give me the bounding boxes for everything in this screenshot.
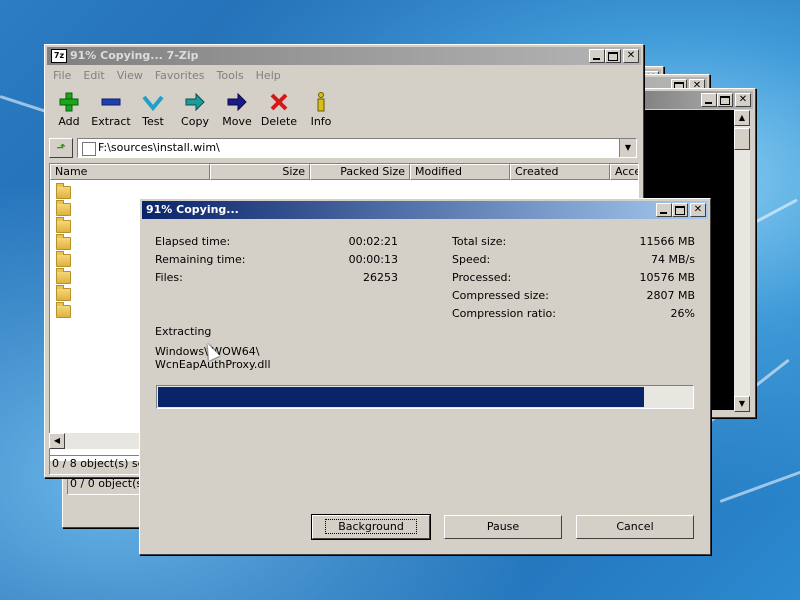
pause-button[interactable]: Pause bbox=[444, 515, 562, 539]
arrow-right-icon bbox=[227, 92, 247, 112]
progress-bar-fill bbox=[158, 387, 644, 407]
dialog-title: 91% Copying... bbox=[146, 203, 239, 216]
7zip-app-icon: 7z bbox=[51, 49, 67, 63]
compressed-size-label: Compressed size: bbox=[452, 289, 549, 302]
minus-icon bbox=[101, 98, 121, 106]
folder-icon[interactable] bbox=[56, 183, 71, 199]
elapsed-time-label: Elapsed time: bbox=[155, 235, 231, 248]
compression-ratio-label: Compression ratio: bbox=[452, 307, 556, 320]
operation-label: Extracting bbox=[155, 325, 212, 338]
background-button[interactable]: Background bbox=[311, 514, 431, 540]
menu-edit[interactable]: Edit bbox=[83, 67, 104, 85]
speed-label: Speed: bbox=[452, 253, 491, 266]
arrow-right-icon bbox=[185, 92, 205, 112]
dialog-titlebar[interactable]: 91% Copying... ✕ bbox=[142, 201, 708, 219]
folder-up-icon[interactable]: ⬏ bbox=[49, 138, 73, 158]
maximize-button[interactable] bbox=[672, 203, 688, 217]
close-button[interactable]: ✕ bbox=[690, 203, 706, 217]
elapsed-time-value: 00:02:21 bbox=[348, 235, 398, 248]
toolbar: Add Extract Test Copy Move Delete Info bbox=[47, 87, 641, 133]
test-label: Test bbox=[142, 115, 164, 128]
folder-icon[interactable] bbox=[56, 217, 71, 233]
add-button[interactable]: Add bbox=[47, 91, 91, 128]
processed-label: Processed: bbox=[452, 271, 512, 284]
total-size-value: 11566 MB bbox=[639, 235, 695, 248]
wallpaper-streak bbox=[719, 469, 800, 503]
x-icon bbox=[270, 93, 288, 111]
maximize-button[interactable] bbox=[605, 49, 621, 63]
main-window-titlebar[interactable]: 7z 91% Copying... 7-Zip ✕ bbox=[47, 47, 641, 65]
compressed-size-value: 2807 MB bbox=[646, 289, 695, 302]
test-button[interactable]: Test bbox=[131, 91, 175, 128]
folder-icon[interactable] bbox=[56, 268, 71, 284]
current-path-line-2: WcnEapAuthProxy.dll bbox=[155, 358, 271, 371]
total-size-label: Total size: bbox=[452, 235, 507, 248]
column-header-packed-size[interactable]: Packed Size bbox=[310, 164, 410, 180]
delete-button[interactable]: Delete bbox=[257, 91, 301, 128]
minimize-button[interactable] bbox=[656, 203, 672, 217]
horizontal-scrollbar[interactable]: ◀ bbox=[49, 433, 141, 449]
menu-file[interactable]: File bbox=[53, 67, 71, 85]
minimize-button[interactable] bbox=[589, 49, 605, 63]
address-bar: ⬏ F:\sources\install.wim\ ▼ bbox=[47, 137, 641, 159]
copy-button[interactable]: Copy bbox=[173, 91, 217, 128]
close-button[interactable]: ✕ bbox=[735, 93, 751, 107]
column-header-size[interactable]: Size bbox=[210, 164, 310, 180]
compression-ratio-value: 26% bbox=[670, 307, 695, 320]
address-field[interactable]: F:\sources\install.wim\ ▼ bbox=[77, 138, 637, 158]
remaining-time-label: Remaining time: bbox=[155, 253, 246, 266]
scroll-down-arrow-icon[interactable]: ▼ bbox=[734, 396, 750, 412]
menu-tools[interactable]: Tools bbox=[217, 67, 244, 85]
drive-icon bbox=[82, 142, 96, 156]
minimize-button[interactable] bbox=[701, 93, 717, 107]
console-window-titlebar[interactable]: ✕ bbox=[639, 91, 753, 109]
folder-icon[interactable] bbox=[56, 200, 71, 216]
scroll-thumb[interactable] bbox=[734, 128, 750, 150]
close-button[interactable]: ✕ bbox=[623, 49, 639, 63]
plus-icon bbox=[59, 92, 79, 112]
add-label: Add bbox=[58, 115, 80, 128]
progress-bar bbox=[156, 385, 694, 409]
move-label: Move bbox=[222, 115, 252, 128]
column-header-name[interactable]: Name bbox=[50, 164, 210, 180]
info-button[interactable]: Info bbox=[299, 91, 343, 128]
info-label: Info bbox=[310, 115, 332, 128]
menu-help[interactable]: Help bbox=[256, 67, 281, 85]
processed-value: 10576 MB bbox=[639, 271, 695, 284]
copy-progress-dialog[interactable]: 91% Copying... ✕ Elapsed time: 00:02:21 … bbox=[139, 198, 711, 555]
cancel-button[interactable]: Cancel bbox=[576, 515, 694, 539]
background-button-label: Background bbox=[325, 519, 417, 534]
column-header-accessed[interactable]: Acce bbox=[610, 164, 638, 180]
scroll-left-arrow-icon[interactable]: ◀ bbox=[49, 433, 65, 449]
extract-button[interactable]: Extract bbox=[89, 91, 133, 128]
chevron-down-icon[interactable]: ▼ bbox=[619, 139, 636, 157]
folder-icon[interactable] bbox=[56, 251, 71, 267]
console-vertical-scrollbar[interactable]: ▲ ▼ bbox=[734, 110, 750, 412]
background-status-bar: 0 / 0 object(s) bbox=[67, 475, 150, 495]
info-icon bbox=[317, 92, 325, 112]
copy-label: Copy bbox=[181, 115, 209, 128]
remaining-time-value: 00:00:13 bbox=[348, 253, 398, 266]
files-value: 26253 bbox=[363, 271, 398, 284]
check-icon bbox=[142, 95, 164, 112]
scroll-up-arrow-icon[interactable]: ▲ bbox=[734, 110, 750, 126]
files-label: Files: bbox=[155, 271, 183, 284]
column-header-modified[interactable]: Modified bbox=[410, 164, 510, 180]
menu-bar: File Edit View Favorites Tools Help bbox=[47, 67, 641, 85]
speed-value: 74 MB/s bbox=[651, 253, 695, 266]
folder-icon[interactable] bbox=[56, 285, 71, 301]
address-path: F:\sources\install.wim\ bbox=[98, 141, 220, 154]
delete-label: Delete bbox=[260, 115, 298, 128]
menu-view[interactable]: View bbox=[117, 67, 143, 85]
folder-icon[interactable] bbox=[56, 302, 71, 318]
move-button[interactable]: Move bbox=[215, 91, 259, 128]
extract-label: Extract bbox=[91, 115, 131, 128]
menu-favorites[interactable]: Favorites bbox=[155, 67, 205, 85]
main-window-title: 91% Copying... 7-Zip bbox=[70, 49, 199, 62]
maximize-button[interactable] bbox=[717, 93, 733, 107]
folder-icon[interactable] bbox=[56, 234, 71, 250]
column-header-created[interactable]: Created bbox=[510, 164, 610, 180]
